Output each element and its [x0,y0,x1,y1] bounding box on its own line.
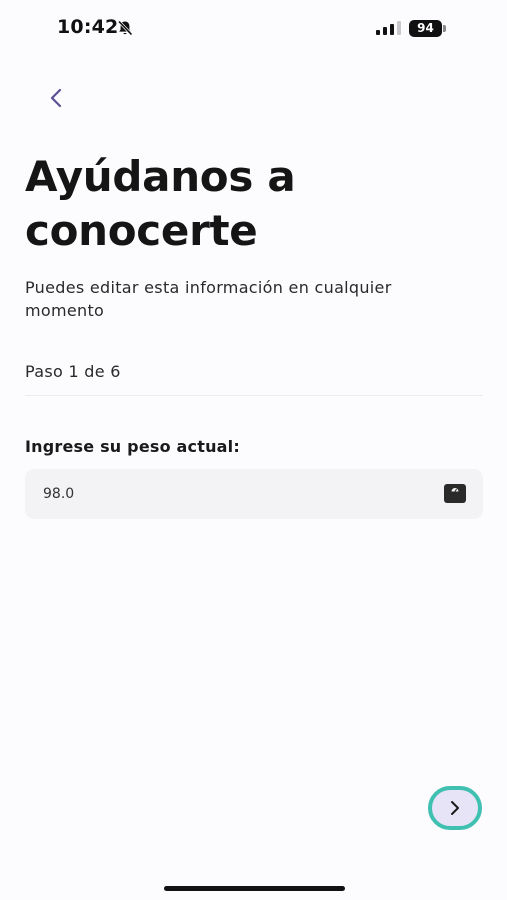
page-subtitle: Puedes editar esta información en cualqu… [25,278,392,320]
back-button[interactable] [36,78,76,118]
scale-icon [444,484,466,503]
weight-label: Ingrese su peso actual: [25,437,240,456]
weight-input[interactable] [43,469,423,519]
step-indicator: Paso 1 de 6 [25,362,121,381]
weight-field[interactable] [25,469,483,519]
chevron-right-icon [451,801,459,815]
battery-icon: 94 [409,20,447,37]
bell-slash-icon [117,20,133,36]
status-time: 10:42 [57,16,119,38]
battery-tip [443,25,446,32]
battery-level: 94 [409,20,442,37]
page-title: Ayúdanos a conocerte [25,152,296,255]
signal-icon [376,21,401,35]
home-indicator [164,886,345,891]
status-bar: 10:42 94 [0,0,507,56]
divider [25,395,483,396]
chevron-left-icon [50,88,62,108]
next-button[interactable] [428,786,482,830]
